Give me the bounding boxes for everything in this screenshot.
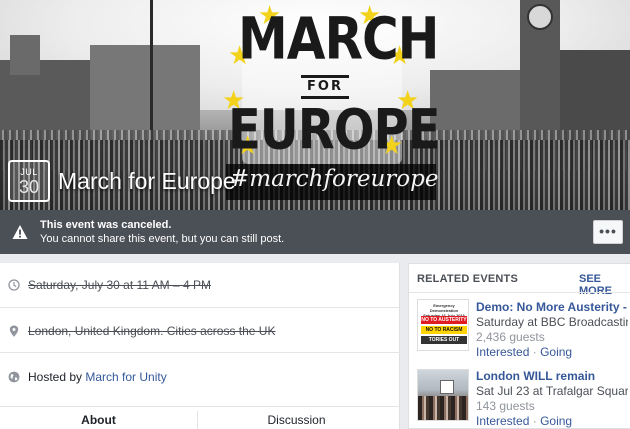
event-page: ★ ★ ★ ★ ★ ★ ★ ★ MARCH FOR EUROPE JUL 30 … bbox=[0, 0, 630, 429]
warning-icon bbox=[12, 225, 28, 239]
poster-dark-banner: TORIES OUT bbox=[421, 336, 467, 344]
action-separator: · bbox=[532, 345, 537, 359]
building-left-tower bbox=[10, 35, 40, 75]
event-tabs: About Discussion bbox=[0, 406, 400, 429]
poster-red-banner: NO TO AUSTERITY bbox=[421, 316, 467, 324]
interested-link[interactable]: Interested bbox=[476, 414, 529, 428]
poster-yellow-banner: NO TO RACISM bbox=[421, 326, 467, 334]
event-hashtag: #marchforeurope bbox=[230, 166, 439, 192]
event-date-badge: JUL 30 bbox=[8, 160, 50, 202]
datetime-row: Saturday, July 30 at 11 AM – 4 PM bbox=[0, 263, 400, 308]
related-event-meta: Sat Jul 23 at Trafalgar Square bbox=[476, 384, 628, 398]
event-canceled-banner: This event was canceled. You cannot shar… bbox=[0, 210, 630, 254]
logo-word-for: FOR bbox=[301, 75, 349, 99]
related-divider bbox=[409, 292, 630, 293]
related-events-panel: RELATED EVENTS SEE MORE Emergency Demons… bbox=[408, 263, 630, 429]
globe-icon bbox=[8, 371, 20, 383]
event-details-panel: Saturday, July 30 at 11 AM – 4 PM London… bbox=[0, 263, 400, 429]
interested-link[interactable]: Interested bbox=[476, 345, 529, 359]
canceled-subtitle: You cannot share this event, but you can… bbox=[40, 233, 285, 245]
related-event-thumbnail[interactable]: Emergency Demonstration Saturday 16 July… bbox=[417, 299, 469, 351]
big-ben-clock bbox=[527, 4, 553, 30]
action-separator: · bbox=[532, 414, 537, 428]
hosted-by: Hosted by March for Unity bbox=[28, 370, 167, 384]
date-day: 30 bbox=[18, 177, 40, 197]
protest-crowd bbox=[418, 396, 468, 420]
related-event-actions: Interested · Going bbox=[476, 414, 572, 428]
tab-discussion[interactable]: Discussion bbox=[198, 413, 395, 427]
logo-word-march: MARCH bbox=[238, 5, 440, 73]
map-pin-icon bbox=[9, 325, 19, 337]
location-row: London, United Kingdom. Cities across th… bbox=[0, 308, 400, 353]
related-event-title[interactable]: Demo: No More Austerity - No ... bbox=[476, 300, 628, 314]
related-event-guests: 2,436 guests bbox=[476, 330, 545, 344]
event-datetime: Saturday, July 30 at 11 AM – 4 PM bbox=[28, 278, 211, 292]
protest-sign bbox=[440, 380, 454, 394]
date-month: JUL bbox=[20, 167, 38, 177]
related-event-thumbnail[interactable] bbox=[417, 369, 469, 421]
event-location[interactable]: London, United Kingdom. Cities across th… bbox=[28, 324, 275, 338]
more-options-button[interactable]: ••• bbox=[593, 220, 623, 244]
see-more-link[interactable]: SEE MORE bbox=[579, 273, 630, 297]
march-for-europe-logo: ★ ★ ★ ★ ★ ★ ★ ★ MARCH FOR EUROPE bbox=[222, 2, 441, 172]
event-title: March for Europe bbox=[58, 168, 236, 194]
related-event-meta: Saturday at BBC Broadcasting H... bbox=[476, 315, 628, 329]
related-event-title[interactable]: London WILL remain bbox=[476, 369, 628, 383]
tab-about[interactable]: About bbox=[0, 413, 197, 427]
hosted-by-prefix: Hosted by bbox=[28, 370, 83, 384]
related-events-heading: RELATED EVENTS bbox=[417, 273, 518, 285]
canceled-title: This event was canceled. bbox=[40, 219, 172, 231]
clock-icon bbox=[8, 279, 20, 291]
going-link[interactable]: Going bbox=[540, 345, 572, 359]
going-link[interactable]: Going bbox=[540, 414, 572, 428]
lamp-post bbox=[150, 0, 153, 150]
related-event-actions: Interested · Going bbox=[476, 345, 572, 359]
related-event-guests: 143 guests bbox=[476, 399, 535, 413]
cover-photo[interactable]: ★ ★ ★ ★ ★ ★ ★ ★ MARCH FOR EUROPE JUL 30 … bbox=[0, 0, 630, 210]
host-row: Hosted by March for Unity bbox=[0, 353, 400, 398]
host-link[interactable]: March for Unity bbox=[85, 370, 166, 384]
logo-word-europe: EUROPE bbox=[228, 97, 441, 163]
